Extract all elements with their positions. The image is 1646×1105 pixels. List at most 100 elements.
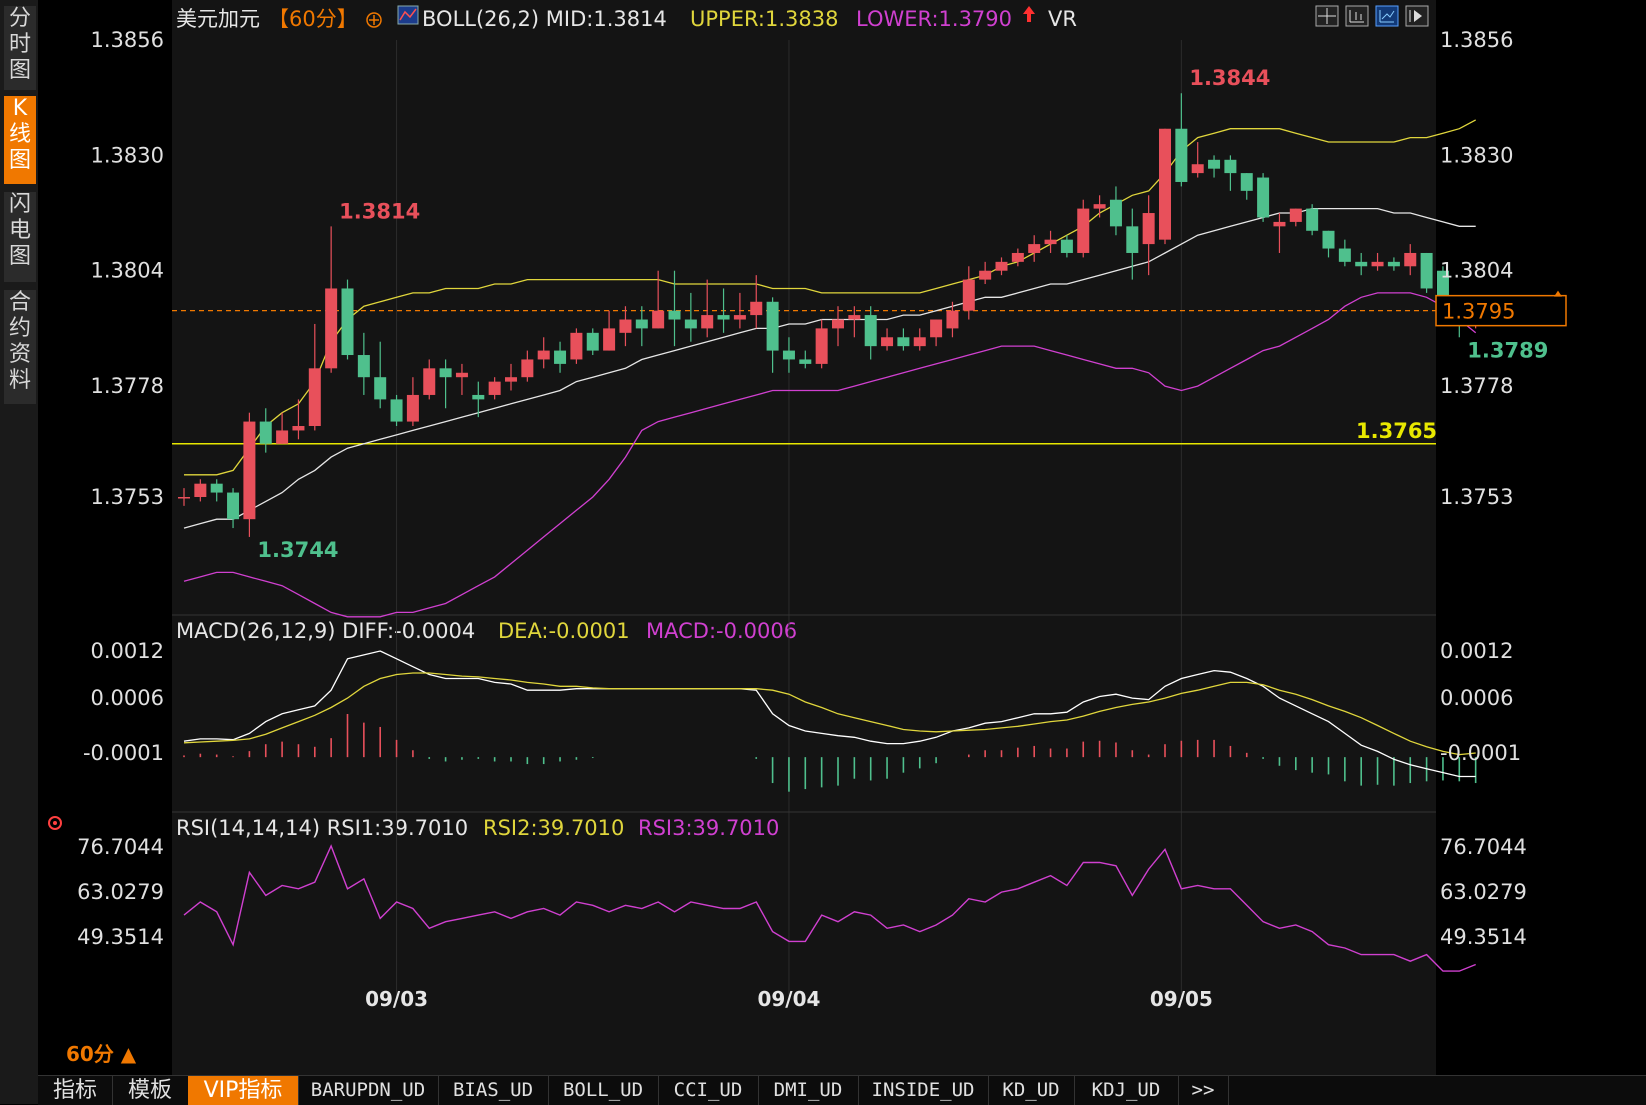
indicator-tab-kdj-ud[interactable]: KDJ_UD xyxy=(1074,1076,1179,1105)
candle-body xyxy=(1306,208,1319,231)
y-tick-label-right: 1.3804 xyxy=(1440,259,1513,283)
candle-body xyxy=(930,319,943,338)
macd-y-tick-left: 0.0012 xyxy=(91,639,164,663)
boll-upper-label: UPPER:1.3838 xyxy=(690,7,838,31)
candle-body xyxy=(815,328,828,364)
price-annotation: 1.3744 xyxy=(257,538,338,562)
rsi-label: RSI(14,14,14) RSI1:39.7010 xyxy=(176,816,468,840)
candle-body xyxy=(308,368,321,427)
indicator-tab-vip-[interactable]: VIP指标 xyxy=(188,1076,299,1105)
candle-body xyxy=(1159,128,1171,240)
candle-body xyxy=(210,483,223,493)
candle-body xyxy=(1109,199,1122,227)
candle-body xyxy=(701,315,714,329)
candle-body xyxy=(603,328,616,351)
current-price-label: 1.3795 xyxy=(1442,300,1515,324)
sidebar-char: 时 xyxy=(8,32,31,57)
candle-body xyxy=(962,279,975,311)
x-tick-label: 09/04 xyxy=(757,987,820,1011)
candle-body xyxy=(635,319,648,329)
candle-body xyxy=(652,310,665,329)
candle-body xyxy=(864,315,877,347)
candle-body xyxy=(1273,221,1286,227)
candle-body xyxy=(1028,244,1041,253)
y-tick-label-left: 1.3856 xyxy=(91,28,164,52)
candle-body xyxy=(455,372,468,378)
candle-body xyxy=(276,430,289,444)
y-tick-label-left: 1.3778 xyxy=(91,374,164,398)
y-tick-label-left: 1.3830 xyxy=(91,143,164,167)
x-tick-label: 09/05 xyxy=(1150,987,1213,1011)
plot-background xyxy=(172,0,1436,1075)
symbol-title: 美元加元 xyxy=(176,7,260,31)
candle-body xyxy=(1208,159,1221,169)
candle-body xyxy=(946,310,959,329)
y-tick-label-right: 1.3778 xyxy=(1440,374,1513,398)
dea-label: DEA:-0.0001 xyxy=(498,619,630,643)
period-selector[interactable]: 60分 ▲ xyxy=(66,1038,136,1067)
candle-body xyxy=(1077,208,1090,253)
candle-body xyxy=(472,394,485,400)
tab-contract-info[interactable]: 合约资料 xyxy=(4,290,36,404)
tab-timeshare-chart[interactable]: 分时图 xyxy=(4,6,36,90)
candle-body xyxy=(586,332,599,351)
indicator-tab-inside-ud[interactable]: INSIDE_UD xyxy=(858,1076,989,1105)
candle-body xyxy=(1322,230,1335,249)
candle-body xyxy=(1011,252,1024,262)
boll-lower-label: LOWER:1.3790 xyxy=(856,7,1012,31)
price-annotation: 1.3789 xyxy=(1467,338,1548,362)
candle-body xyxy=(848,315,861,320)
rsi-y-tick-right: 49.3514 xyxy=(1440,925,1527,949)
candle-body xyxy=(406,394,419,422)
boll-mid-label: BOLL(26,2) MID:1.3814 xyxy=(422,7,667,31)
candle-body xyxy=(570,332,583,360)
indicator-tab--[interactable]: 指标 xyxy=(38,1076,113,1105)
candle-body xyxy=(1355,261,1368,267)
y-tick-label-left: 1.3753 xyxy=(91,485,164,509)
indicator-tab-cci-ud[interactable]: CCI_UD xyxy=(658,1076,759,1105)
sidebar-char: 闪 xyxy=(8,192,31,217)
indicator-tab-dmi-ud[interactable]: DMI_UD xyxy=(758,1076,859,1105)
candle-body xyxy=(292,426,305,431)
candle-body xyxy=(227,492,240,520)
candle-body xyxy=(881,337,894,347)
layout-panels-icon[interactable] xyxy=(1345,5,1369,27)
vr-label[interactable]: VR xyxy=(1048,7,1077,31)
candle-body xyxy=(1404,252,1417,267)
indicator-tab-barupdn-ud[interactable]: BARUPDN_UD xyxy=(298,1076,439,1105)
candle-body xyxy=(1289,208,1302,222)
indicator-tab--[interactable]: >> xyxy=(1178,1076,1229,1105)
chart-mode-icon[interactable] xyxy=(1375,5,1399,27)
x-tick-label: 09/03 xyxy=(365,987,428,1011)
sidebar-char: 线 xyxy=(8,122,31,147)
sidebar-char: 分 xyxy=(8,6,31,31)
candle-body xyxy=(1338,248,1351,262)
sidebar-char: 图 xyxy=(8,58,31,83)
macd-y-tick-left: 0.0006 xyxy=(91,686,164,710)
chart-area[interactable]: 美元加元 【60分】 BOLL(26,2) MID:1.3814 UPPER:1… xyxy=(38,0,1646,1075)
expand-icon[interactable] xyxy=(1405,5,1429,27)
sidebar-char: K xyxy=(12,96,28,121)
indicator-tab-kd-ud[interactable]: KD_UD xyxy=(988,1076,1075,1105)
candle-body xyxy=(717,315,730,320)
candle-body xyxy=(521,359,534,378)
indicator-tab-boll-ud[interactable]: BOLL_UD xyxy=(548,1076,659,1105)
candle-body xyxy=(1240,173,1253,191)
tab-kline-chart[interactable]: K线图 xyxy=(4,96,36,184)
candle-body xyxy=(750,301,763,316)
macd-y-tick-right: -0.0001 xyxy=(1440,741,1521,765)
layout-grid-icon[interactable] xyxy=(1315,5,1339,27)
candle-body xyxy=(1420,252,1433,289)
candle-body xyxy=(668,310,681,320)
tab-flash-chart[interactable]: 闪电图 xyxy=(4,192,36,282)
candle-body xyxy=(1060,239,1073,253)
candle-body xyxy=(505,377,517,382)
macd-label: MACD(26,12,9) DIFF:-0.0004 xyxy=(176,619,475,643)
indicator-tab-bias-ud[interactable]: BIAS_UD xyxy=(438,1076,549,1105)
indicator-tab--[interactable]: 模板 xyxy=(112,1076,189,1105)
candle-body xyxy=(1126,226,1139,253)
macd-y-tick-left: -0.0001 xyxy=(83,741,164,765)
candle-body xyxy=(488,381,501,395)
candle-body xyxy=(1224,159,1237,174)
candle-body xyxy=(439,368,452,378)
